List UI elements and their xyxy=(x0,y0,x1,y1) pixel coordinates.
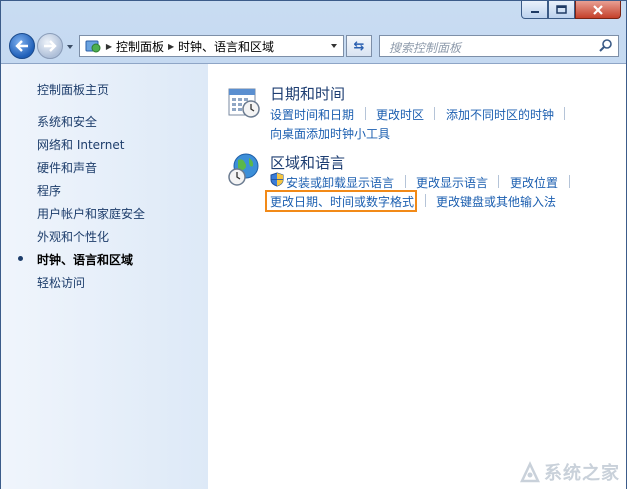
sidebar: 控制面板主页 系统和安全 网络和 Internet 硬件和声音 程序 用户帐户和… xyxy=(1,64,208,489)
title-bar xyxy=(1,1,626,29)
link-divider xyxy=(365,107,366,120)
control-panel-window: ▶ 控制面板 ▶ 时钟、语言和区域 ⇆ 搜索控制面板 控制面板主页 系统和安全 … xyxy=(0,0,627,489)
link-divider xyxy=(564,107,565,120)
link-divider xyxy=(569,175,570,188)
sidebar-item-appearance[interactable]: 外观和个性化 xyxy=(37,228,109,245)
search-placeholder: 搜索控制面板 xyxy=(389,41,462,55)
category-title-region-language[interactable]: 区域和语言 xyxy=(270,152,345,173)
watermark-logo-icon xyxy=(520,461,540,483)
breadcrumb-separator: ▶ xyxy=(167,41,175,51)
link-add-clocks[interactable]: 添加不同时区的时钟 xyxy=(446,106,554,123)
sidebar-item-programs[interactable]: 程序 xyxy=(37,182,61,199)
breadcrumb-item-clock-language-region[interactable]: 时钟、语言和区域 xyxy=(178,38,274,55)
close-icon xyxy=(593,4,603,15)
link-divider xyxy=(425,194,426,207)
breadcrumb-item-control-panel[interactable]: 控制面板 xyxy=(116,38,164,55)
chevron-down-icon xyxy=(331,44,337,48)
control-panel-icon xyxy=(85,40,101,53)
maximize-button[interactable] xyxy=(548,1,575,19)
link-divider xyxy=(434,107,435,120)
refresh-icon: ⇆ xyxy=(353,38,365,54)
minimize-icon xyxy=(530,10,539,13)
sidebar-item-hardware-sound[interactable]: 硬件和声音 xyxy=(37,159,97,176)
recent-pages-dropdown[interactable] xyxy=(65,41,75,51)
link-change-time-zone[interactable]: 更改时区 xyxy=(376,106,424,123)
link-add-clock-gadget[interactable]: 向桌面添加时钟小工具 xyxy=(270,125,390,142)
arrow-right-icon xyxy=(44,40,57,52)
sidebar-item-clock-language-region: 时钟、语言和区域 xyxy=(37,253,134,267)
sidebar-item-network-internet[interactable]: 网络和 Internet xyxy=(37,136,124,153)
back-button[interactable] xyxy=(9,33,35,59)
watermark: 系统之家 xyxy=(519,459,620,485)
breadcrumb-separator: ▶ xyxy=(105,41,113,51)
minimize-button[interactable] xyxy=(521,1,548,19)
content-area: 控制面板主页 系统和安全 网络和 Internet 硬件和声音 程序 用户帐户和… xyxy=(1,63,626,489)
chevron-down-icon xyxy=(67,45,73,49)
current-item-bullet xyxy=(18,256,23,261)
sidebar-item-system-security[interactable]: 系统和安全 xyxy=(37,113,97,130)
main-panel: 日期和时间 设置时间和日期 更改时区 添加不同时区的时钟 向桌面添加时钟小工具 … xyxy=(208,64,626,489)
sidebar-item-control-panel-home[interactable]: 控制面板主页 xyxy=(37,81,109,98)
sidebar-item-user-accounts[interactable]: 用户帐户和家庭安全 xyxy=(37,205,145,222)
link-divider xyxy=(405,175,406,188)
forward-button[interactable] xyxy=(37,33,63,59)
search-icon[interactable] xyxy=(598,38,614,54)
link-change-location[interactable]: 更改位置 xyxy=(510,174,558,191)
address-dropdown[interactable] xyxy=(325,36,343,56)
navigation-toolbar: ▶ 控制面板 ▶ 时钟、语言和区域 ⇆ 搜索控制面板 xyxy=(1,29,626,63)
refresh-button[interactable]: ⇆ xyxy=(346,35,372,57)
calendar-clock-icon[interactable] xyxy=(226,84,262,120)
address-bar[interactable]: ▶ 控制面板 ▶ 时钟、语言和区域 xyxy=(79,35,344,57)
link-set-time-date[interactable]: 设置时间和日期 xyxy=(270,106,354,123)
link-install-display-language[interactable]: 安装或卸载显示语言 xyxy=(286,174,394,191)
maximize-icon xyxy=(556,5,567,14)
sidebar-item-ease-of-access[interactable]: 轻松访问 xyxy=(37,274,85,291)
link-divider xyxy=(498,175,499,188)
link-change-date-time-number-format[interactable]: 更改日期、时间或数字格式 xyxy=(270,193,414,210)
caption-buttons xyxy=(521,1,621,19)
watermark-text: 系统之家 xyxy=(544,463,620,484)
arrow-left-icon xyxy=(15,40,28,52)
globe-clock-icon[interactable] xyxy=(226,152,262,188)
uac-shield-icon xyxy=(270,172,284,187)
link-change-keyboards[interactable]: 更改键盘或其他输入法 xyxy=(436,193,556,210)
link-change-display-language[interactable]: 更改显示语言 xyxy=(416,174,488,191)
close-button[interactable] xyxy=(575,1,621,19)
search-box[interactable]: 搜索控制面板 xyxy=(379,35,619,57)
category-title-date-time[interactable]: 日期和时间 xyxy=(270,83,345,104)
